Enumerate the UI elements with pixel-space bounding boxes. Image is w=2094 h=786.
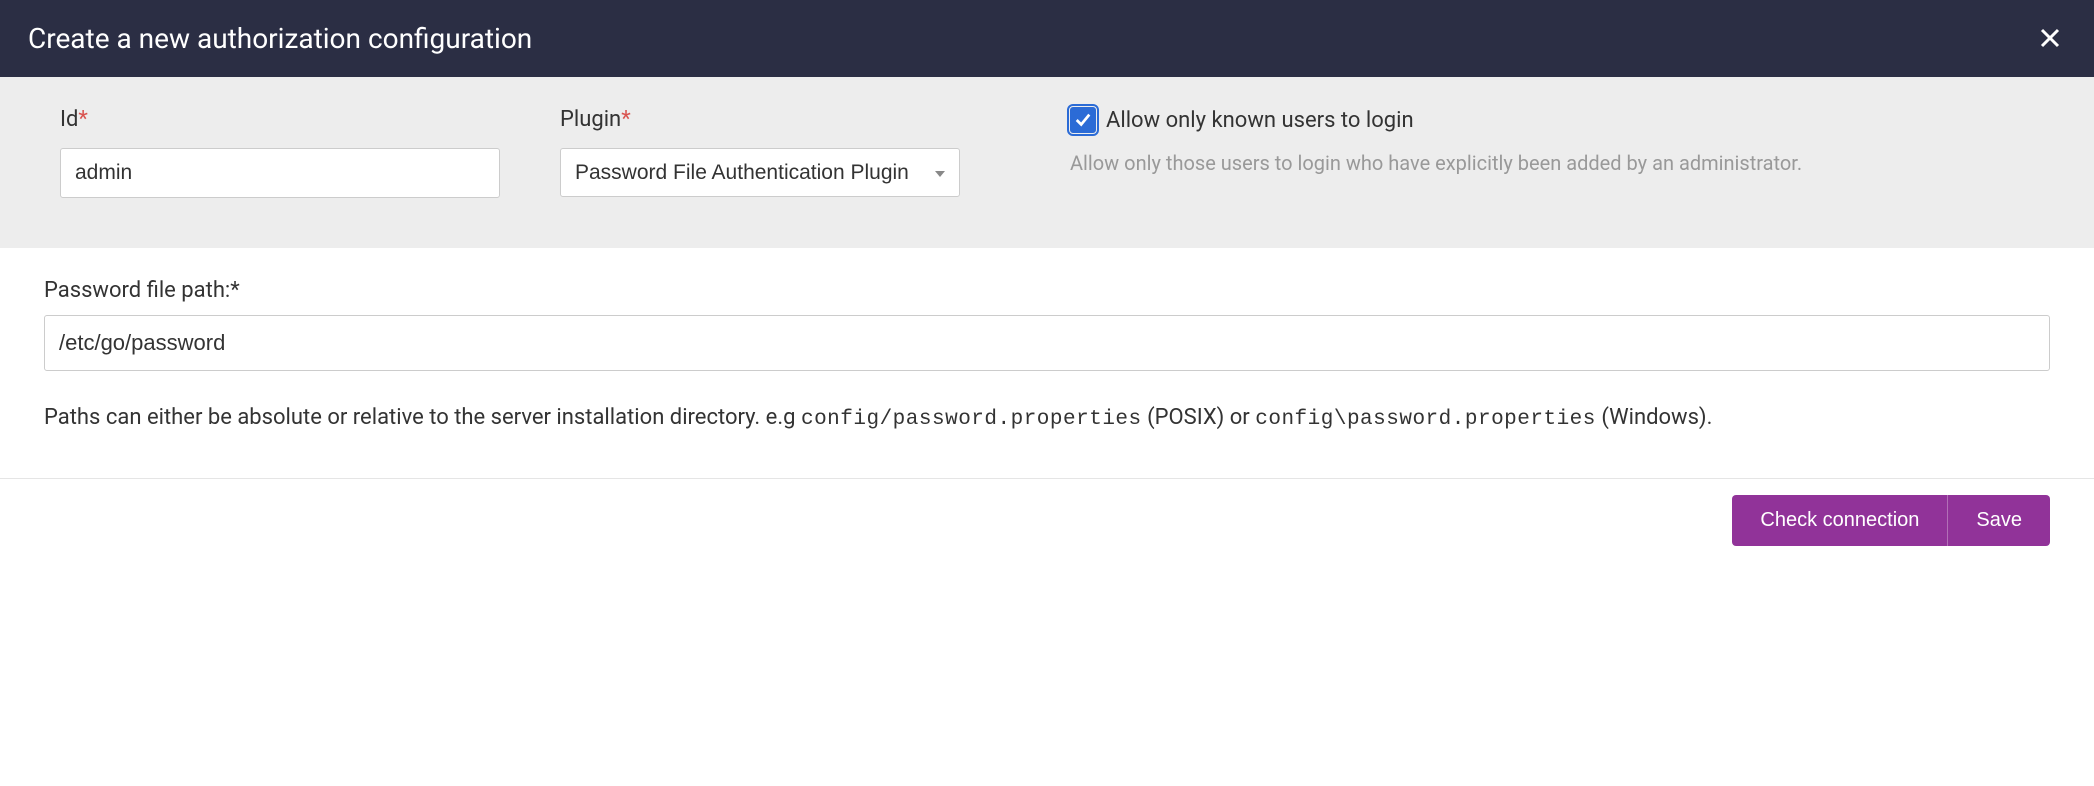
help-mid: (POSIX) or: [1142, 405, 1256, 430]
plugin-select[interactable]: Password File Authentication Plugin: [560, 148, 960, 197]
check-connection-button[interactable]: Check connection: [1732, 495, 1947, 546]
allow-known-help: Allow only those users to login who have…: [1070, 148, 2034, 178]
allow-known-label: Allow only known users to login: [1106, 107, 1414, 136]
check-icon: [1074, 111, 1092, 129]
modal-header: Create a new authorization configuration: [0, 0, 2094, 77]
id-label-text: Id: [60, 107, 78, 132]
save-button[interactable]: Save: [1947, 495, 2050, 546]
id-label: Id*: [60, 107, 500, 132]
auth-config-modal: Create a new authorization configuration…: [0, 0, 2094, 562]
footer-button-group: Check connection Save: [1732, 495, 2050, 546]
close-button[interactable]: [2034, 25, 2066, 53]
password-path-help: Paths can either be absolute or relative…: [44, 399, 2050, 438]
password-path-label: Password file path:*: [44, 278, 2050, 303]
plugin-select-wrapper: Password File Authentication Plugin: [560, 148, 960, 197]
help-suffix: (Windows).: [1596, 405, 1713, 430]
password-path-input[interactable]: [44, 315, 2050, 371]
plugin-label: Plugin*: [560, 107, 960, 132]
help-code-windows: config\password.properties: [1255, 408, 1596, 431]
plugin-required-marker: *: [621, 107, 630, 132]
id-field-group: Id*: [60, 107, 500, 198]
id-required-marker: *: [78, 107, 87, 132]
upper-form-section: Id* Plugin* Password File Authentication…: [0, 77, 2094, 248]
checkbox-row: Allow only known users to login: [1070, 107, 2034, 136]
help-prefix: Paths can either be absolute or relative…: [44, 405, 801, 430]
allow-known-checkbox[interactable]: [1070, 107, 1096, 133]
modal-footer: Check connection Save: [0, 478, 2094, 562]
allow-known-group: Allow only known users to login Allow on…: [1020, 107, 2034, 198]
id-input[interactable]: [60, 148, 500, 198]
modal-title: Create a new authorization configuration: [28, 22, 532, 55]
plugin-field-group: Plugin* Password File Authentication Plu…: [560, 107, 960, 198]
lower-form-section: Password file path:* Paths can either be…: [0, 248, 2094, 478]
plugin-label-text: Plugin: [560, 107, 621, 132]
close-icon: [2040, 23, 2060, 54]
help-code-posix: config/password.properties: [801, 408, 1142, 431]
